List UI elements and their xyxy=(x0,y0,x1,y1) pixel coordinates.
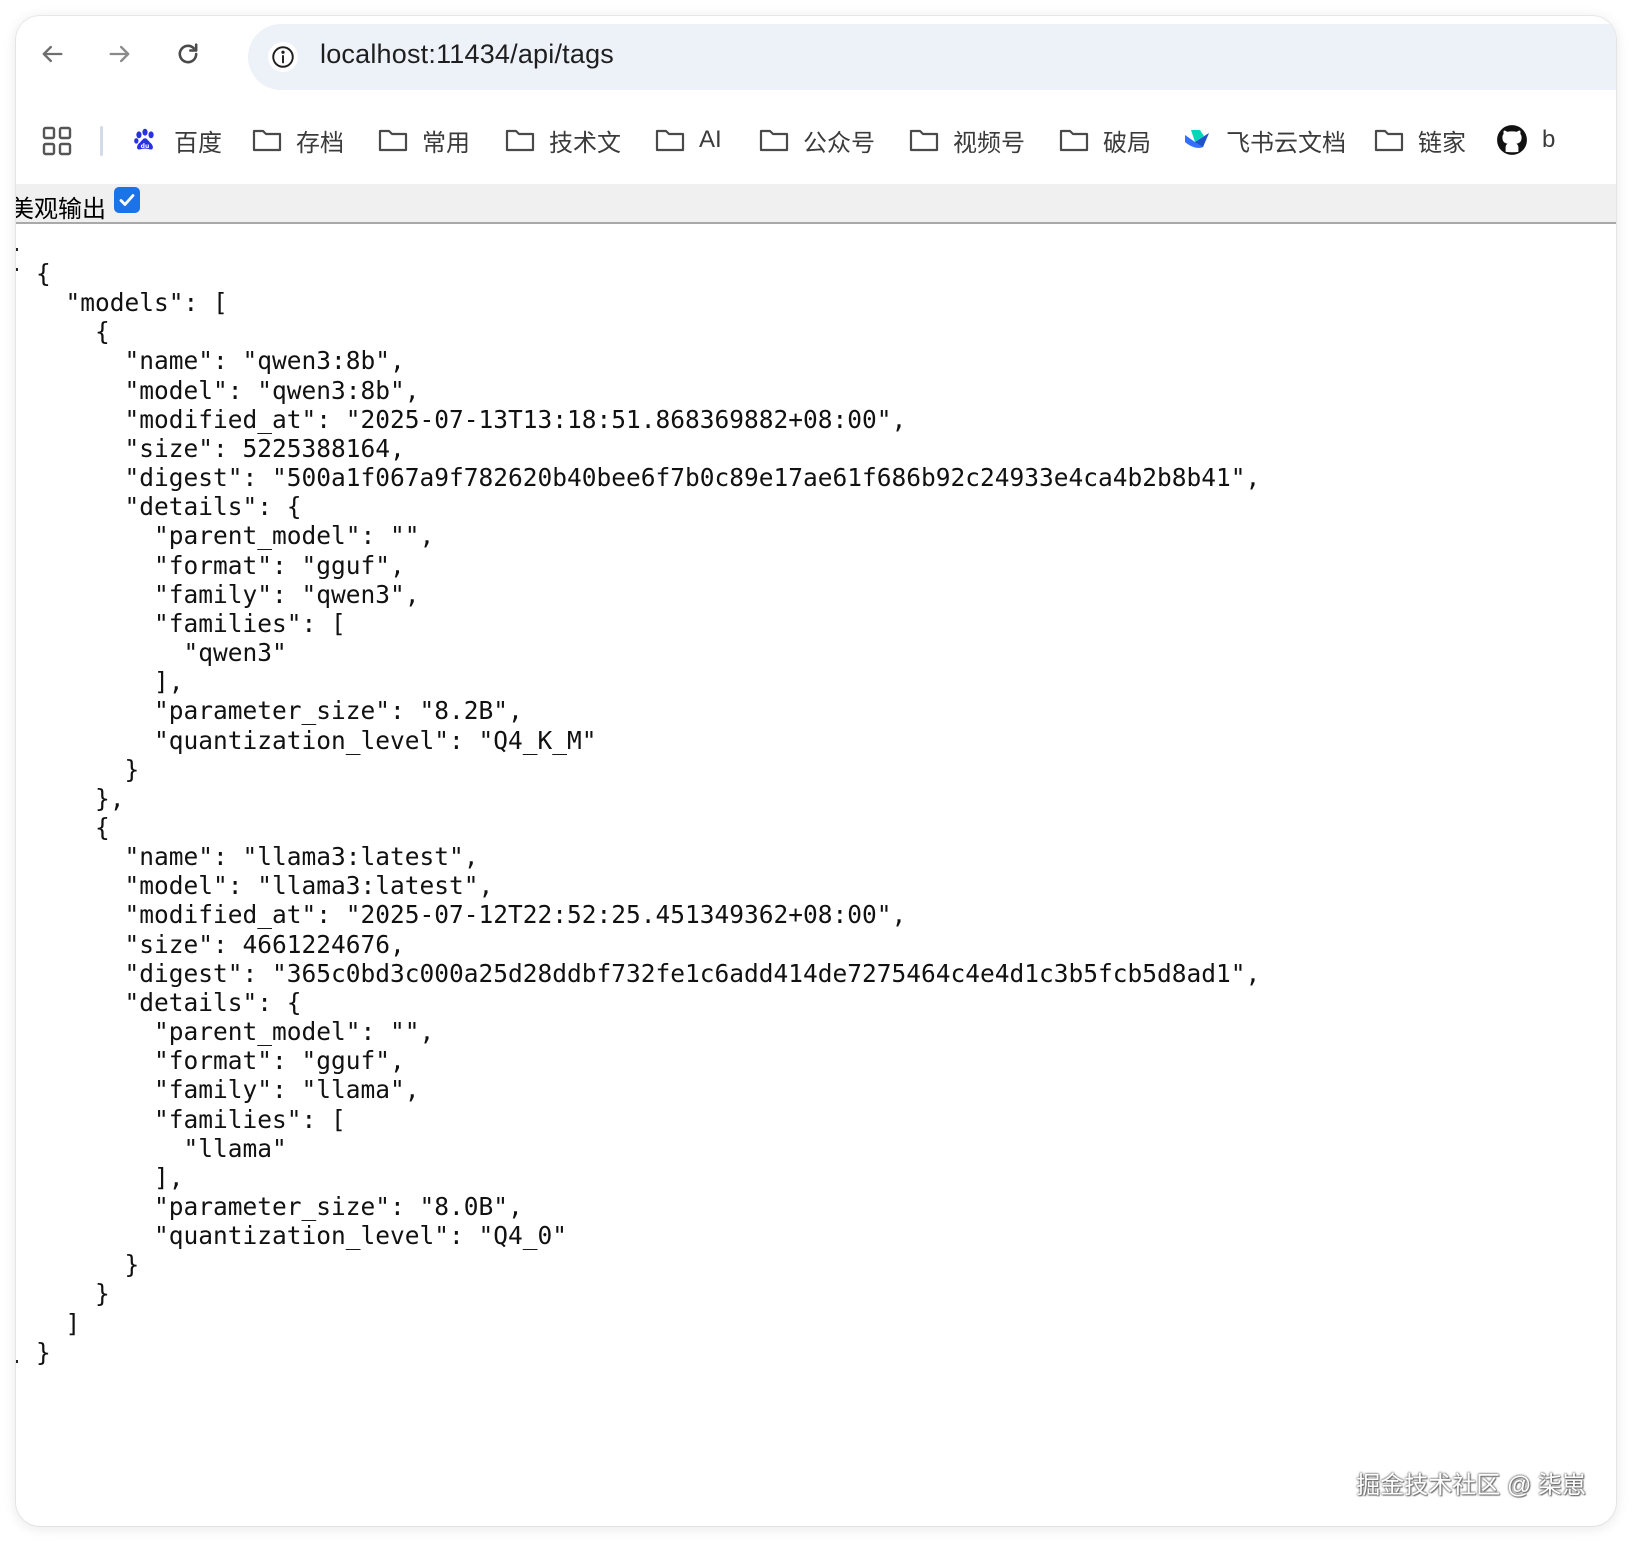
json-content: { "models": [ { "name": "qwen3:8b", "mod… xyxy=(36,259,1260,1367)
bookmark-label: 常用 xyxy=(422,129,470,157)
json-line: ] xyxy=(36,1308,81,1338)
reload-icon xyxy=(178,43,198,64)
bookmark-folder-tech[interactable]: 技术文 xyxy=(505,122,621,158)
json-line: "size": 4661224676, xyxy=(36,929,405,959)
json-line: "qwen3" xyxy=(36,638,287,668)
json-line: "details": { xyxy=(36,987,302,1017)
json-line: "details": { xyxy=(36,492,302,522)
json-line: "model": "qwen3:8b", xyxy=(36,375,420,405)
bookmark-folder-ai[interactable]: AI xyxy=(655,122,722,158)
browser-toolbar: localhost:11434/api/tags xyxy=(16,16,1616,92)
json-line: { xyxy=(36,259,51,288)
browser-window: localhost:11434/api/tags du 百度 存档 常用 技术文… xyxy=(16,16,1616,1526)
folder-icon xyxy=(1374,129,1404,152)
folder-icon xyxy=(378,129,408,152)
bookmark-label: 视频号 xyxy=(953,129,1025,157)
apps-grid-icon[interactable] xyxy=(42,126,72,156)
url-text[interactable]: localhost:11434/api/tags xyxy=(320,39,614,70)
bookmark-label: 存档 xyxy=(296,129,344,157)
json-line: } xyxy=(36,1250,140,1280)
bookmark-baidu[interactable]: du 百度 xyxy=(130,122,222,158)
bookmark-feishu-docs[interactable]: 飞书云文档 xyxy=(1182,122,1346,158)
json-line: "families": [ xyxy=(36,1104,346,1134)
caret-mark xyxy=(16,248,18,251)
json-line: "families": [ xyxy=(36,608,346,638)
checkmark-icon xyxy=(119,194,135,206)
json-line: "digest": "500a1f067a9f782620b40bee6f7b0… xyxy=(36,463,1261,493)
watermark: 掘金技术社区 @ 柒崽 xyxy=(1356,1472,1586,1499)
json-line: "format": "gguf", xyxy=(36,1046,405,1076)
bookmark-label: 破局 xyxy=(1103,129,1151,157)
reload-button[interactable] xyxy=(168,34,208,74)
svg-text:du: du xyxy=(141,143,150,150)
json-line: "quantization_level": "Q4_0" xyxy=(36,1221,568,1251)
json-line: "parent_model": "", xyxy=(36,1017,435,1047)
json-line: "llama" xyxy=(36,1133,287,1163)
folder-icon xyxy=(252,129,282,152)
folder-icon xyxy=(909,129,939,152)
json-line: "digest": "365c0bd3c000a25d28ddbf732fe1c… xyxy=(36,958,1261,988)
arrow-right-icon xyxy=(109,45,130,63)
json-line: { xyxy=(36,812,110,842)
bookmark-folder-common[interactable]: 常用 xyxy=(378,122,470,158)
json-line: "parameter_size": "8.0B", xyxy=(36,1192,523,1221)
arrow-left-icon xyxy=(42,45,63,63)
baidu-paw-icon: du xyxy=(134,128,154,150)
json-line: "family": "llama", xyxy=(36,1075,420,1105)
folder-icon xyxy=(1059,129,1089,152)
folder-icon xyxy=(505,129,535,152)
json-line: ], xyxy=(36,1162,184,1192)
json-line: "size": 5225388164, xyxy=(36,433,405,463)
bookmark-label: 百度 xyxy=(174,129,222,157)
json-line: }, xyxy=(36,783,125,813)
pretty-print-label: 美观输出 xyxy=(16,196,106,223)
caret-mark xyxy=(16,268,18,271)
bookmark-label: 技术文 xyxy=(549,129,621,157)
back-button[interactable] xyxy=(32,34,72,74)
forward-button[interactable] xyxy=(100,34,140,74)
bookmark-label: AI xyxy=(699,126,722,153)
json-line: "name": "llama3:latest", xyxy=(36,842,479,872)
bookmark-label: 链家 xyxy=(1418,129,1466,157)
folder-icon xyxy=(655,129,685,152)
bookmarks-bar: du 百度 存档 常用 技术文 AI 公众号 视频号 破局 飞书云文档 链家 b xyxy=(16,92,1616,185)
json-line: "format": "gguf", xyxy=(36,550,405,580)
json-line: } xyxy=(36,754,140,784)
bookmark-folder-lianjia[interactable]: 链家 xyxy=(1374,122,1466,158)
bookmark-folder-archive[interactable]: 存档 xyxy=(252,122,344,158)
bookmark-folder-pojv[interactable]: 破局 xyxy=(1059,122,1151,158)
json-line: ], xyxy=(36,667,184,697)
json-line: "model": "llama3:latest", xyxy=(36,871,494,901)
site-info-icon[interactable] xyxy=(268,42,298,72)
pretty-print-bar: 美观输出 xyxy=(16,184,1616,224)
json-line: "models": [ xyxy=(36,288,228,318)
caret-mark xyxy=(16,1360,18,1363)
json-line: "modified_at": "2025-07-13T13:18:51.8683… xyxy=(36,404,907,434)
bookmark-github[interactable]: b xyxy=(1496,122,1555,158)
feishu-icon xyxy=(1185,130,1209,148)
bookmark-label: 公众号 xyxy=(803,129,875,157)
folder-icon xyxy=(759,129,789,152)
address-bar[interactable]: localhost:11434/api/tags xyxy=(248,24,1616,90)
pretty-print-checkbox[interactable] xyxy=(114,187,140,213)
json-line: "family": "qwen3", xyxy=(36,579,420,609)
json-line: "modified_at": "2025-07-12T22:52:25.4513… xyxy=(36,900,907,930)
bookmarks-divider xyxy=(100,126,103,156)
json-line: "quantization_level": "Q4_K_M" xyxy=(36,725,597,755)
bookmark-folder-video[interactable]: 视频号 xyxy=(909,122,1025,158)
bookmark-label: b xyxy=(1542,126,1556,153)
github-icon xyxy=(1497,125,1527,155)
json-line: "parameter_size": "8.2B", xyxy=(36,696,523,726)
bookmark-label: 飞书云文档 xyxy=(1226,129,1346,157)
bookmark-folder-official-account[interactable]: 公众号 xyxy=(759,122,875,158)
json-line: "parent_model": "", xyxy=(36,521,435,551)
json-line: } xyxy=(36,1279,110,1309)
json-line: { xyxy=(36,317,110,347)
json-line: } xyxy=(36,1337,51,1367)
json-line: "name": "qwen3:8b", xyxy=(36,346,405,376)
